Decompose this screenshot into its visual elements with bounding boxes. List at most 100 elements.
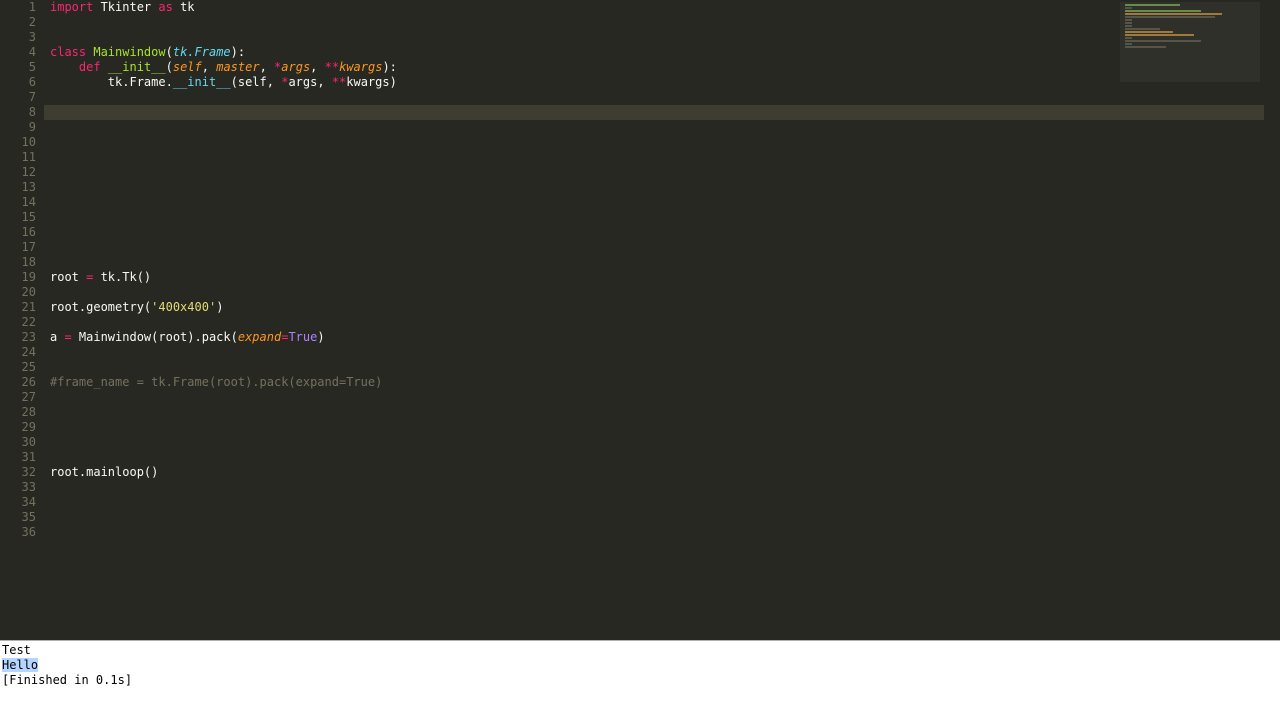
- line-number: 26: [0, 375, 36, 390]
- code-line[interactable]: [44, 30, 1264, 45]
- code-token: root: [50, 270, 86, 284]
- line-number: 35: [0, 510, 36, 525]
- code-token: **: [325, 60, 339, 74]
- code-line[interactable]: [44, 420, 1264, 435]
- code-line[interactable]: [44, 165, 1264, 180]
- line-number: 23: [0, 330, 36, 345]
- line-number: 25: [0, 360, 36, 375]
- code-line[interactable]: [44, 15, 1264, 30]
- code-line[interactable]: root = tk.Tk(): [44, 270, 1264, 285]
- line-number: 4: [0, 45, 36, 60]
- code-line[interactable]: [44, 315, 1264, 330]
- code-line[interactable]: [44, 390, 1264, 405]
- code-token: root.geometry(: [50, 300, 151, 314]
- code-line[interactable]: import Tkinter as tk: [44, 0, 1264, 15]
- code-token: as: [158, 0, 172, 14]
- code-line[interactable]: [44, 525, 1264, 540]
- line-number: 1: [0, 0, 36, 15]
- line-number: 36: [0, 525, 36, 540]
- code-line[interactable]: [44, 90, 1264, 105]
- line-number: 5: [0, 60, 36, 75]
- code-line[interactable]: [44, 135, 1264, 150]
- code-line[interactable]: [44, 510, 1264, 525]
- code-line[interactable]: [44, 345, 1264, 360]
- code-line[interactable]: #frame_name = tk.Frame(root).pack(expand…: [44, 375, 1264, 390]
- code-line[interactable]: [44, 360, 1264, 375]
- line-number: 2: [0, 15, 36, 30]
- code-token: Mainwindow(root).pack(: [72, 330, 238, 344]
- code-token: tk.Tk(): [93, 270, 151, 284]
- line-number: 28: [0, 405, 36, 420]
- code-line[interactable]: [44, 495, 1264, 510]
- code-token: **: [332, 75, 346, 89]
- minimap[interactable]: [1120, 2, 1260, 82]
- code-line[interactable]: [44, 195, 1264, 210]
- code-line[interactable]: [44, 285, 1264, 300]
- line-number: 29: [0, 420, 36, 435]
- code-token: def: [79, 60, 101, 74]
- code-token: tk: [173, 0, 195, 14]
- code-token: __init__: [108, 60, 166, 74]
- line-number: 16: [0, 225, 36, 240]
- code-token: import: [50, 0, 93, 14]
- code-line[interactable]: [44, 480, 1264, 495]
- code-line[interactable]: [44, 240, 1264, 255]
- line-number: 31: [0, 450, 36, 465]
- code-token: args,: [288, 75, 331, 89]
- code-token: ,: [202, 60, 216, 74]
- line-number: 15: [0, 210, 36, 225]
- code-line[interactable]: tk.Frame.__init__(self, *args, **kwargs): [44, 75, 1264, 90]
- build-output-panel[interactable]: Test Hello [Finished in 0.1s]: [0, 640, 1280, 720]
- code-token: kwargs: [339, 60, 382, 74]
- code-token: #frame_name = tk.Frame(root).pack(expand…: [50, 375, 382, 389]
- code-token: Mainwindow: [93, 45, 165, 59]
- code-line[interactable]: [44, 210, 1264, 225]
- code-line[interactable]: [44, 435, 1264, 450]
- line-number: 8: [0, 105, 36, 120]
- code-line[interactable]: root.geometry('400x400'): [44, 300, 1264, 315]
- code-line[interactable]: [44, 255, 1264, 270]
- line-number: 10: [0, 135, 36, 150]
- code-token: master: [216, 60, 259, 74]
- code-token: ):: [382, 60, 396, 74]
- code-line[interactable]: class Mainwindow(tk.Frame):: [44, 45, 1264, 60]
- code-line[interactable]: [44, 105, 1264, 120]
- line-number: 18: [0, 255, 36, 270]
- code-line[interactable]: def __init__(self, master, *args, **kwar…: [44, 60, 1264, 75]
- code-token: ,: [310, 60, 324, 74]
- code-token: ): [216, 300, 223, 314]
- line-number: 6: [0, 75, 36, 90]
- code-token: expand: [238, 330, 281, 344]
- code-line[interactable]: [44, 450, 1264, 465]
- editor-area[interactable]: 1234567891011121314151617181920212223242…: [0, 0, 1280, 640]
- code-line[interactable]: [44, 225, 1264, 240]
- vertical-scrollbar[interactable]: [1264, 0, 1280, 640]
- code-token: kwargs): [346, 75, 397, 89]
- code-token: '400x400': [151, 300, 216, 314]
- code-token: (self,: [231, 75, 282, 89]
- line-number-gutter[interactable]: 1234567891011121314151617181920212223242…: [0, 0, 44, 640]
- line-number: 22: [0, 315, 36, 330]
- line-number: 34: [0, 495, 36, 510]
- code-token: ): [317, 330, 324, 344]
- code-line[interactable]: [44, 405, 1264, 420]
- code-token: =: [64, 330, 71, 344]
- code-line[interactable]: [44, 120, 1264, 135]
- code-line[interactable]: root.mainloop(): [44, 465, 1264, 480]
- code-line[interactable]: [44, 180, 1264, 195]
- line-number: 9: [0, 120, 36, 135]
- code-token: a: [50, 330, 64, 344]
- line-number: 27: [0, 390, 36, 405]
- code-line[interactable]: [44, 150, 1264, 165]
- line-number: 20: [0, 285, 36, 300]
- code-token: class: [50, 45, 86, 59]
- line-number: 14: [0, 195, 36, 210]
- code-token: Tkinter: [93, 0, 158, 14]
- code-token: True: [288, 330, 317, 344]
- code-line[interactable]: a = Mainwindow(root).pack(expand=True): [44, 330, 1264, 345]
- code-editor[interactable]: import Tkinter as tk class Mainwindow(tk.…: [44, 0, 1264, 640]
- code-token: [50, 105, 108, 119]
- code-token: __init__: [173, 75, 231, 89]
- line-number: 17: [0, 240, 36, 255]
- output-line: Hello: [2, 658, 1276, 673]
